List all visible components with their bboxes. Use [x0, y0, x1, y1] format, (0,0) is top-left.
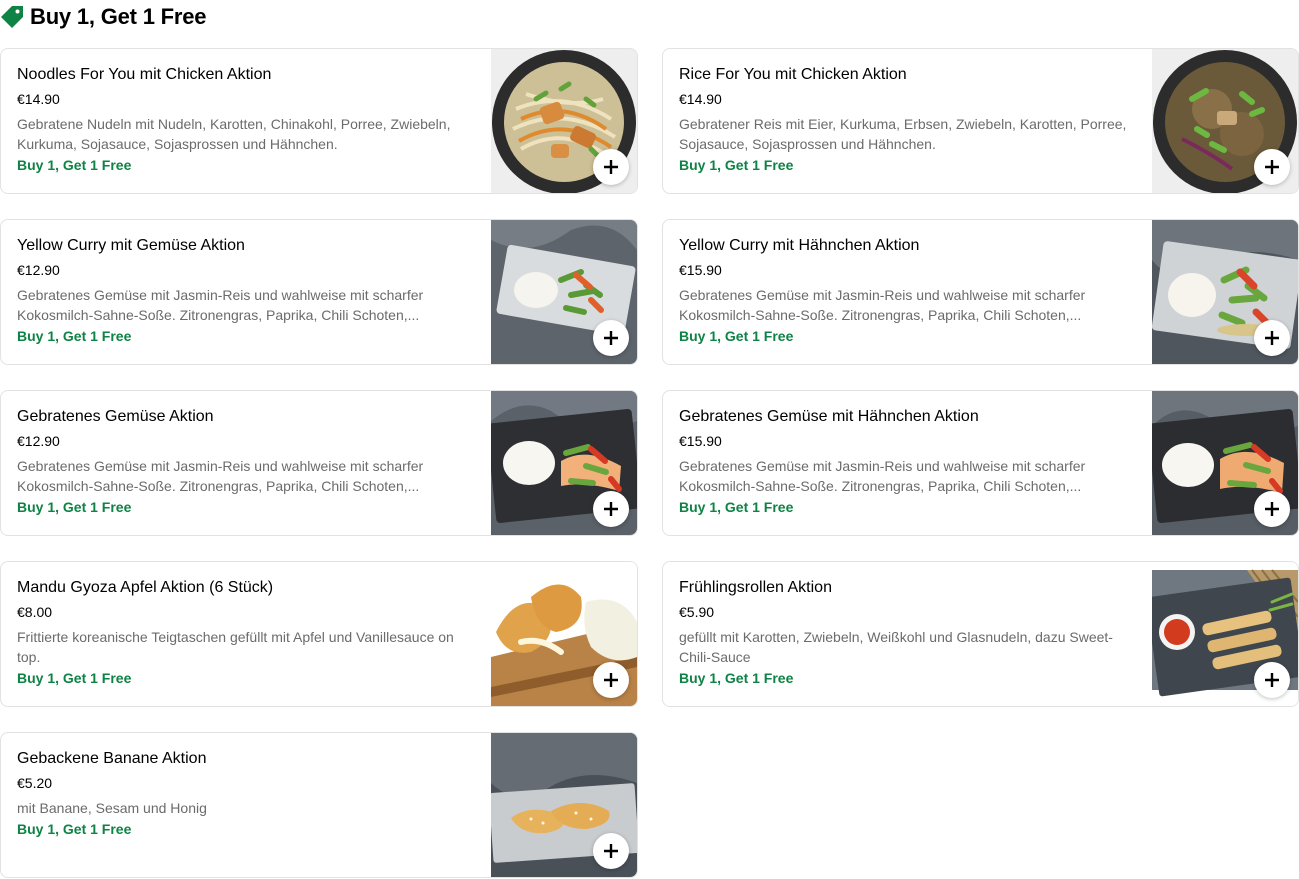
plus-icon	[604, 160, 618, 174]
menu-item-name: Gebackene Banane Aktion	[17, 750, 207, 767]
menu-item-price: €12.90	[17, 433, 60, 449]
plus-icon	[1265, 160, 1279, 174]
menu-item-text: Gebratenes Gemüse Aktion €12.90 Gebraten…	[17, 407, 469, 516]
menu-item-promo: Buy 1, Get 1 Free	[679, 499, 794, 515]
menu-item-description: Gebratenes Gemüse mit Jasmin-Reis und wa…	[679, 458, 1086, 494]
menu-item-price: €14.90	[17, 91, 60, 107]
plus-icon	[604, 502, 618, 516]
menu-item-card[interactable]: Frühlingsrollen Aktion €5.90 gefüllt mit…	[662, 561, 1299, 707]
menu-item-description: Gebratene Nudeln mit Nudeln, Karotten, C…	[17, 116, 451, 152]
menu-item-price: €5.90	[679, 604, 715, 620]
menu-item-description: mit Banane, Sesam und Honig	[17, 800, 207, 816]
menu-item-promo: Buy 1, Get 1 Free	[17, 499, 132, 515]
menu-item-promo: Buy 1, Get 1 Free	[17, 328, 132, 344]
plus-icon	[1265, 673, 1279, 687]
menu-item-description: Gebratener Reis mit Eier, Kurkuma, Erbse…	[679, 116, 1127, 152]
menu-item-text: Gebratenes Gemüse mit Hähnchen Aktion €1…	[679, 407, 1131, 516]
menu-item-name: Gebratenes Gemüse Aktion	[17, 408, 214, 425]
menu-item-description: Gebratenes Gemüse mit Jasmin-Reis und wa…	[17, 287, 424, 323]
menu-item-promo: Buy 1, Get 1 Free	[679, 328, 794, 344]
plus-icon	[604, 844, 618, 858]
menu-item-price: €12.90	[17, 262, 60, 278]
add-to-cart-button[interactable]	[593, 833, 629, 869]
menu-item-name: Yellow Curry mit Hähnchen Aktion	[679, 237, 920, 254]
add-to-cart-button[interactable]	[593, 149, 629, 185]
menu-item-promo: Buy 1, Get 1 Free	[17, 157, 132, 173]
menu-item-promo: Buy 1, Get 1 Free	[17, 821, 132, 837]
menu-item-price: €14.90	[679, 91, 722, 107]
section-header: Buy 1, Get 1 Free	[0, 2, 207, 32]
menu-item-text: Gebackene Banane Aktion €5.20 mit Banane…	[17, 749, 469, 838]
menu-item-description: Gebratenes Gemüse mit Jasmin-Reis und wa…	[17, 458, 424, 494]
menu-item-text: Rice For You mit Chicken Aktion €14.90 G…	[679, 65, 1131, 174]
plus-icon	[1265, 502, 1279, 516]
menu-item-card[interactable]: Gebackene Banane Aktion €5.20 mit Banane…	[0, 732, 638, 878]
menu-item-promo: Buy 1, Get 1 Free	[17, 670, 132, 686]
plus-icon	[604, 673, 618, 687]
add-to-cart-button[interactable]	[1254, 491, 1290, 527]
menu-item-description: Gebratenes Gemüse mit Jasmin-Reis und wa…	[679, 287, 1086, 323]
menu-item-name: Mandu Gyoza Apfel Aktion (6 Stück)	[17, 579, 274, 596]
menu-item-description: gefüllt mit Karotten, Zwiebeln, Weißkohl…	[679, 629, 1113, 665]
menu-item-text: Mandu Gyoza Apfel Aktion (6 Stück) €8.00…	[17, 578, 469, 687]
menu-item-card[interactable]: Rice For You mit Chicken Aktion €14.90 G…	[662, 48, 1299, 194]
menu-item-name: Yellow Curry mit Gemüse Aktion	[17, 237, 245, 254]
plus-icon	[1265, 331, 1279, 345]
menu-item-text: Frühlingsrollen Aktion €5.90 gefüllt mit…	[679, 578, 1131, 687]
menu-item-text: Yellow Curry mit Gemüse Aktion €12.90 Ge…	[17, 236, 469, 345]
menu-item-card[interactable]: Noodles For You mit Chicken Aktion €14.9…	[0, 48, 638, 194]
menu-item-price: €15.90	[679, 433, 722, 449]
plus-icon	[604, 331, 618, 345]
menu-item-text: Noodles For You mit Chicken Aktion €14.9…	[17, 65, 469, 174]
menu-item-text: Yellow Curry mit Hähnchen Aktion €15.90 …	[679, 236, 1131, 345]
menu-item-grid: Noodles For You mit Chicken Aktion €14.9…	[0, 48, 1299, 878]
section-title: Buy 1, Get 1 Free	[30, 4, 207, 29]
menu-item-card[interactable]: Yellow Curry mit Hähnchen Aktion €15.90 …	[662, 219, 1299, 365]
menu-item-price: €15.90	[679, 262, 722, 278]
price-tag-icon	[1, 6, 23, 28]
menu-item-price: €8.00	[17, 604, 53, 620]
menu-item-name: Gebratenes Gemüse mit Hähnchen Aktion	[679, 408, 979, 425]
add-to-cart-button[interactable]	[593, 491, 629, 527]
menu-item-name: Frühlingsrollen Aktion	[679, 579, 832, 596]
menu-item-description: Frittierte koreanische Teigtaschen gefül…	[17, 629, 454, 665]
menu-item-card[interactable]: Yellow Curry mit Gemüse Aktion €12.90 Ge…	[0, 219, 638, 365]
add-to-cart-button[interactable]	[593, 320, 629, 356]
menu-item-card[interactable]: Gebratenes Gemüse mit Hähnchen Aktion €1…	[662, 390, 1299, 536]
menu-item-name: Noodles For You mit Chicken Aktion	[17, 66, 272, 83]
menu-item-card[interactable]: Mandu Gyoza Apfel Aktion (6 Stück) €8.00…	[0, 561, 638, 707]
menu-item-name: Rice For You mit Chicken Aktion	[679, 66, 907, 83]
menu-item-promo: Buy 1, Get 1 Free	[679, 157, 794, 173]
menu-item-card[interactable]: Gebratenes Gemüse Aktion €12.90 Gebraten…	[0, 390, 638, 536]
add-to-cart-button[interactable]	[1254, 320, 1290, 356]
add-to-cart-button[interactable]	[1254, 149, 1290, 185]
menu-item-promo: Buy 1, Get 1 Free	[679, 670, 794, 686]
add-to-cart-button[interactable]	[1254, 662, 1290, 698]
menu-item-price: €5.20	[17, 775, 53, 791]
add-to-cart-button[interactable]	[593, 662, 629, 698]
